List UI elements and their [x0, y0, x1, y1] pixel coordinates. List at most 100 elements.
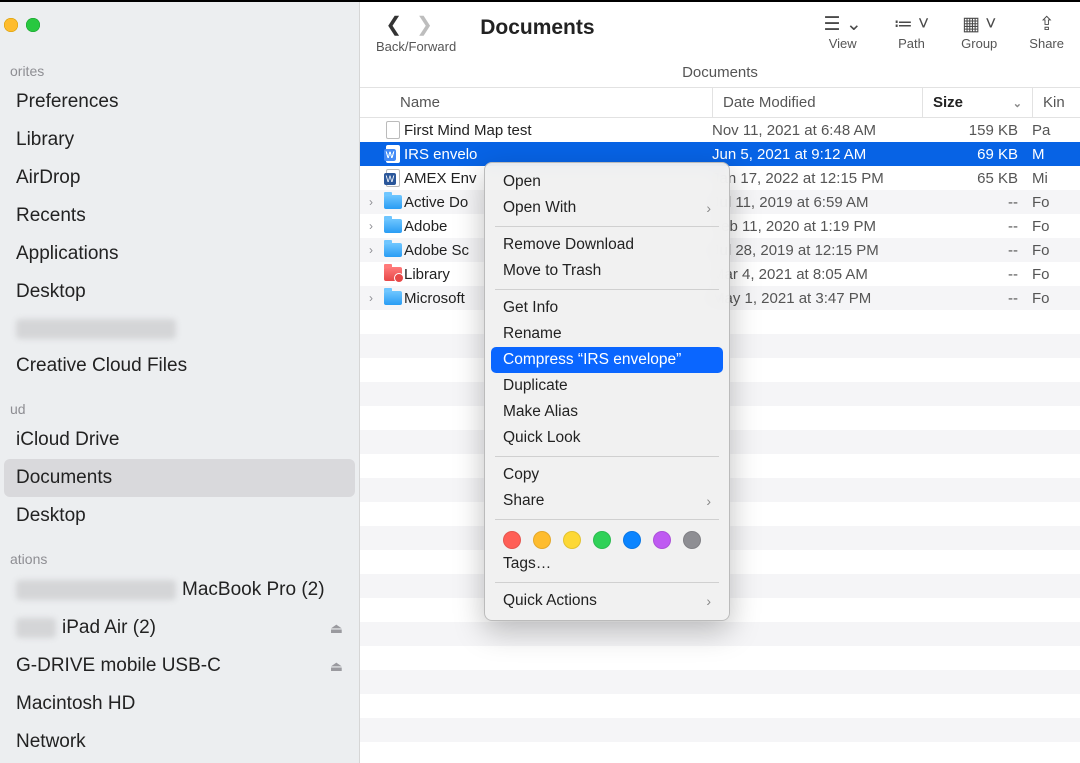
- word-doc-icon: [382, 145, 404, 163]
- sidebar-item[interactable]: Creative Cloud Files: [4, 347, 355, 385]
- file-kind: Mi: [1032, 170, 1080, 187]
- file-kind: Fo: [1032, 194, 1080, 211]
- file-date: Jul 11, 2019 at 6:59 AM: [712, 194, 922, 211]
- file-kind: Fo: [1032, 290, 1080, 307]
- menu-item[interactable]: Duplicate: [485, 373, 729, 399]
- folder-icon: [382, 289, 404, 307]
- file-size: 69 KB: [922, 146, 1032, 163]
- file-date: Mar 4, 2021 at 8:05 AM: [712, 266, 922, 283]
- menu-item[interactable]: Quick Look: [485, 425, 729, 451]
- sidebar-section-favorites: orites: [0, 57, 359, 83]
- view-button[interactable]: ☰ ⌄View: [824, 12, 862, 51]
- column-kind[interactable]: Kin: [1032, 88, 1080, 117]
- file-size: 159 KB: [922, 122, 1032, 139]
- file-size: --: [922, 242, 1032, 259]
- eject-icon[interactable]: ⏏: [330, 658, 343, 675]
- menu-item[interactable]: Tags…: [485, 551, 729, 577]
- column-header[interactable]: Name Date Modified Size⌄ Kin: [360, 87, 1080, 118]
- zoom-button[interactable]: [26, 18, 40, 32]
- menu-item[interactable]: Share›: [485, 488, 729, 514]
- sidebar-section-icloud: ud: [0, 395, 359, 421]
- file-size: --: [922, 194, 1032, 211]
- file-kind: M: [1032, 146, 1080, 163]
- submenu-icon: ›: [706, 493, 711, 509]
- column-date[interactable]: Date Modified: [712, 88, 922, 117]
- file-date: Feb 11, 2020 at 1:19 PM: [712, 218, 922, 235]
- folder-icon: [382, 241, 404, 259]
- toolbar: ❮❯ Back/Forward Documents ☰ ⌄View ≔ ˅Pat…: [360, 2, 1080, 62]
- sidebar-item[interactable]: G-DRIVE mobile USB-C⏏: [4, 647, 355, 685]
- column-name[interactable]: Name: [360, 88, 712, 117]
- sidebar-item[interactable]: Preferences: [4, 83, 355, 121]
- sidebar-item[interactable]: Library: [4, 121, 355, 159]
- tag-dot[interactable]: [563, 531, 581, 549]
- file-date: May 1, 2021 at 3:47 PM: [712, 290, 922, 307]
- window-title: Documents: [480, 16, 594, 40]
- file-date: Jul 28, 2019 at 12:15 PM: [712, 242, 922, 259]
- file-size: 65 KB: [922, 170, 1032, 187]
- sidebar-section-locations: ations: [0, 545, 359, 571]
- disclosure-icon[interactable]: ›: [360, 291, 382, 305]
- path-button[interactable]: ≔ ˅Path: [894, 12, 929, 51]
- folder-icon: [382, 217, 404, 235]
- back-forward-label: Back/Forward: [376, 39, 456, 54]
- sidebar-item[interactable]: Network: [4, 723, 355, 761]
- menu-item[interactable]: Open With›: [485, 195, 729, 221]
- document-icon: [382, 121, 404, 139]
- menu-item[interactable]: Rename: [485, 321, 729, 347]
- share-button[interactable]: ⇪Share: [1029, 12, 1064, 51]
- sidebar: orites PreferencesLibraryAirDropRecentsA…: [0, 2, 360, 763]
- sort-indicator-icon: ⌄: [1013, 97, 1022, 110]
- sidebar-item[interactable]: iPad Air (2)⏏: [4, 609, 355, 647]
- word-doc-icon: [382, 169, 404, 187]
- tag-dot[interactable]: [683, 531, 701, 549]
- minimize-button[interactable]: [4, 18, 18, 32]
- menu-item[interactable]: Remove Download: [485, 232, 729, 258]
- sidebar-item[interactable]: Documents: [4, 459, 355, 497]
- sidebar-item[interactable]: Desktop: [4, 497, 355, 535]
- disclosure-icon[interactable]: ›: [360, 219, 382, 233]
- sidebar-item[interactable]: iCloud Drive: [4, 421, 355, 459]
- folder-icon: [382, 193, 404, 211]
- file-name: First Mind Map test: [404, 122, 712, 139]
- tag-dot[interactable]: [503, 531, 521, 549]
- file-kind: Fo: [1032, 218, 1080, 235]
- sidebar-item[interactable]: Desktop: [4, 273, 355, 311]
- submenu-icon: ›: [706, 593, 711, 609]
- sidebar-item[interactable]: MacBook Pro (2): [4, 571, 355, 609]
- table-row[interactable]: First Mind Map testNov 11, 2021 at 6:48 …: [360, 118, 1080, 142]
- folder-icon: [382, 265, 404, 283]
- file-size: --: [922, 266, 1032, 283]
- sidebar-item[interactable]: [4, 311, 355, 347]
- menu-item[interactable]: Copy: [485, 462, 729, 488]
- eject-icon[interactable]: ⏏: [330, 620, 343, 637]
- forward-icon: ❯: [416, 14, 447, 36]
- column-size[interactable]: Size⌄: [922, 88, 1032, 117]
- disclosure-icon[interactable]: ›: [360, 243, 382, 257]
- menu-item[interactable]: Compress “IRS envelope”: [491, 347, 723, 373]
- window-controls[interactable]: [4, 18, 40, 32]
- sidebar-item[interactable]: Applications: [4, 235, 355, 273]
- disclosure-icon[interactable]: ›: [360, 195, 382, 209]
- context-menu[interactable]: OpenOpen With› Remove DownloadMove to Tra…: [484, 162, 730, 621]
- menu-item[interactable]: Get Info: [485, 295, 729, 321]
- sidebar-item[interactable]: Macintosh HD: [4, 685, 355, 723]
- file-date: Nov 11, 2021 at 6:48 AM: [712, 122, 922, 139]
- tag-colors[interactable]: [485, 525, 729, 551]
- back-forward-buttons[interactable]: ❮❯ Back/Forward: [376, 12, 456, 54]
- group-button[interactable]: ▦ ˅Group: [961, 12, 997, 51]
- tag-dot[interactable]: [653, 531, 671, 549]
- menu-item[interactable]: Open: [485, 169, 729, 195]
- path-bar[interactable]: Documents: [360, 62, 1080, 87]
- tag-dot[interactable]: [593, 531, 611, 549]
- sidebar-item[interactable]: AirDrop: [4, 159, 355, 197]
- tag-dot[interactable]: [533, 531, 551, 549]
- menu-item[interactable]: Make Alias: [485, 399, 729, 425]
- menu-item[interactable]: Move to Trash: [485, 258, 729, 284]
- file-kind: Fo: [1032, 266, 1080, 283]
- menu-item[interactable]: Quick Actions›: [485, 588, 729, 614]
- sidebar-item[interactable]: Recents: [4, 197, 355, 235]
- file-size: --: [922, 218, 1032, 235]
- tag-dot[interactable]: [623, 531, 641, 549]
- back-icon: ❮: [385, 14, 416, 36]
